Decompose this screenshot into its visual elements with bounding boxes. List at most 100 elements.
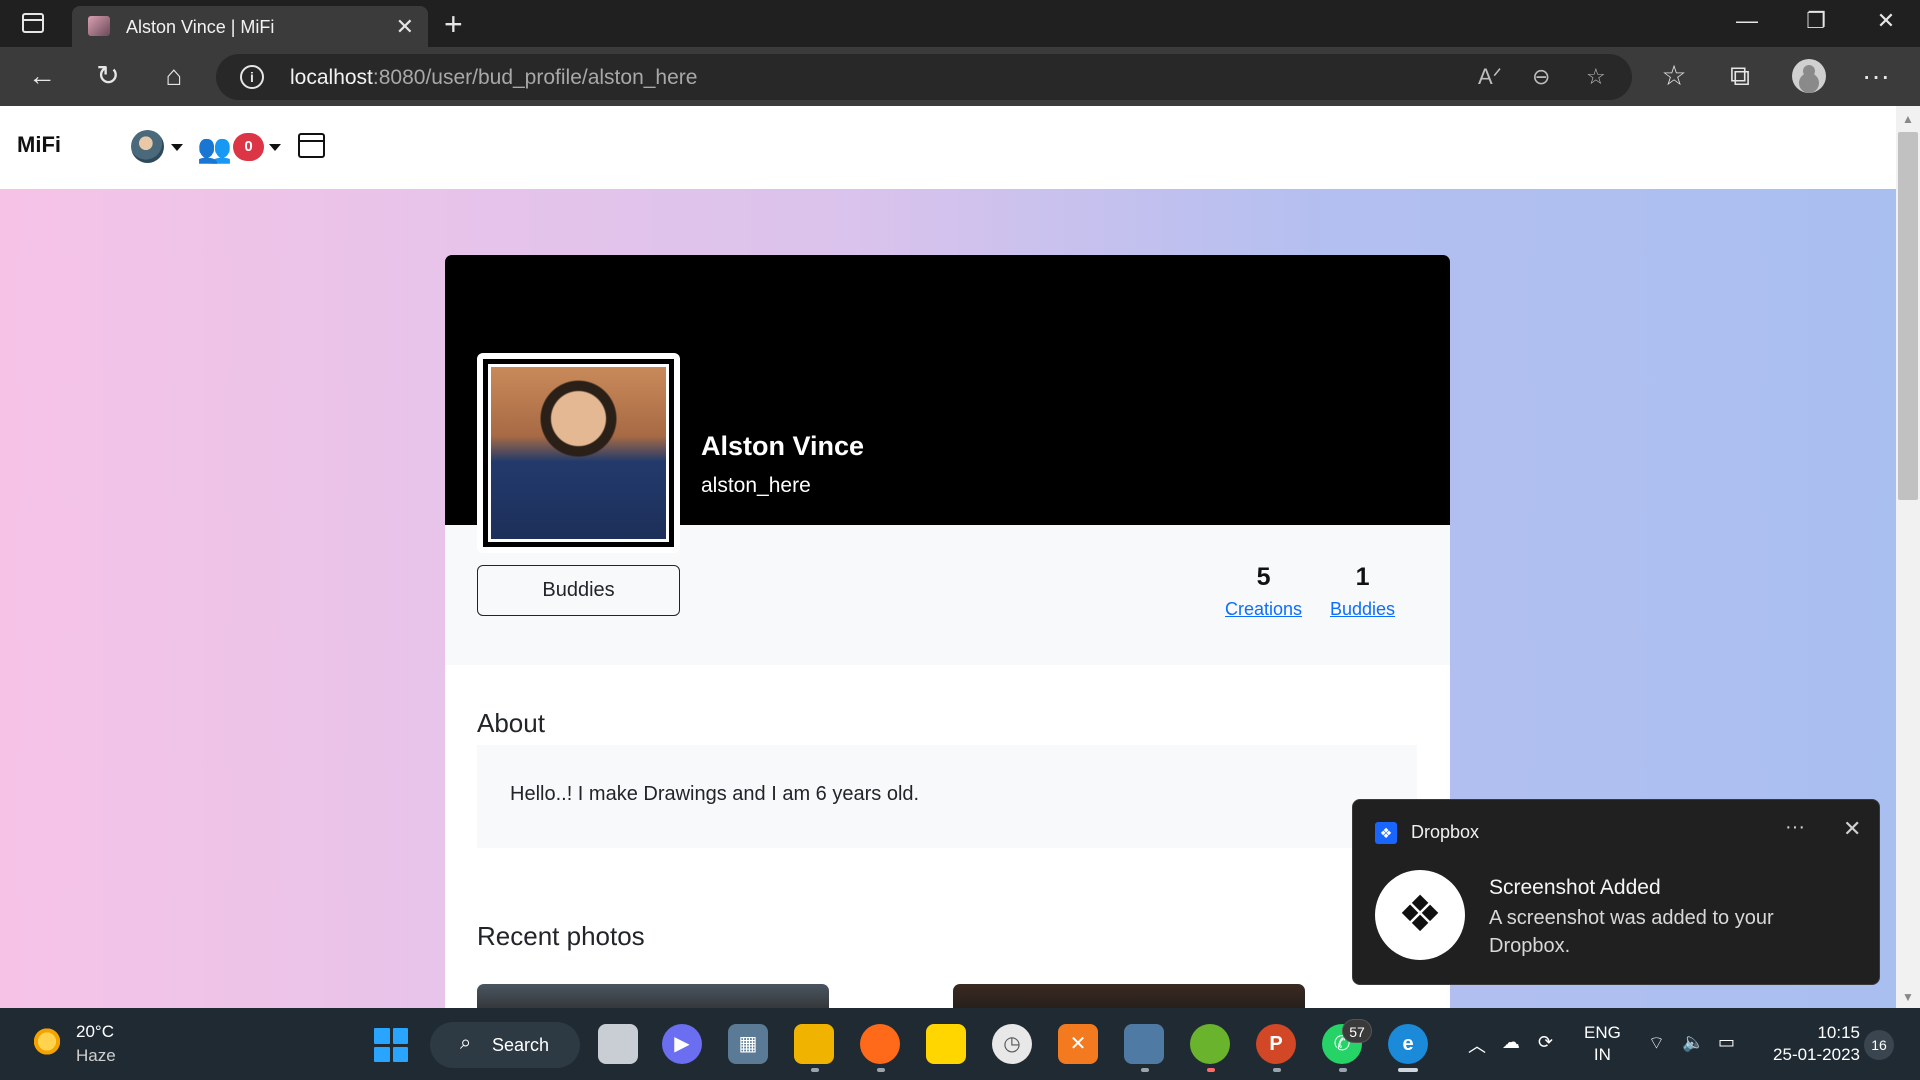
clock-date: 25-01-2023 [1773,1045,1860,1064]
input-language-region: IN [1593,1045,1611,1064]
xampp-icon[interactable]: ✕ [1058,1024,1098,1064]
about-heading: About [477,708,545,738]
tab-title: Alston Vince | MiFi [126,17,275,37]
minimize-icon[interactable]: — [1727,8,1767,34]
onedrive-cloud-icon[interactable]: ☁ [1502,1032,1520,1053]
weather-description[interactable]: Haze [76,1046,116,1066]
dropbox-notification[interactable]: ❖ Dropbox ··· ✕ ❖ Screenshot Added A scr… [1352,799,1880,985]
add-favorite-icon[interactable]: ☆ [1586,64,1606,90]
toast-more-icon[interactable]: ··· [1785,816,1805,839]
url-host: localhost [290,66,373,89]
brand-logo[interactable]: MiFi [17,132,61,158]
page-scrollbar-thumb[interactable] [1898,132,1918,500]
profile-photo [491,367,666,539]
battery-icon[interactable]: ▭ [1718,1032,1735,1053]
calculator-icon[interactable]: ▦ [728,1024,768,1064]
buddies-group-icon[interactable]: 👥 [197,132,232,165]
scroll-up-arrow-icon[interactable]: ▲ [1902,112,1914,126]
toast-body: A screenshot was added to your Dropbox. [1489,907,1774,957]
running-indicator [1141,1068,1149,1072]
spring-tool-icon[interactable] [1190,1024,1230,1064]
favorites-icon[interactable]: ☆ [1656,61,1692,91]
wifi-icon[interactable]: ⌔ [1648,1032,1665,1055]
running-indicator [1273,1068,1281,1072]
url-path: :8080/user/bud_profile/alston_here [372,66,698,89]
tab-close-icon[interactable]: ✕ [396,14,414,40]
running-indicator [811,1068,819,1072]
profile-photo-frame [477,353,680,553]
volume-icon[interactable]: 🔈 [1682,1032,1704,1053]
show-hidden-icons-chevron-icon[interactable]: ︿ [1468,1032,1486,1058]
toast-title: Screenshot Added [1489,876,1661,899]
powerpoint-icon[interactable]: P [1256,1024,1296,1064]
edge-browser-icon[interactable]: e [1388,1024,1428,1064]
recent-photo-thumbnail[interactable] [477,984,829,1008]
stat-buddies: 1 Buddies [1330,563,1395,620]
stat-buddies-link[interactable]: Buddies [1330,599,1395,620]
weather-temperature[interactable]: 20°C [76,1022,114,1042]
about-box: Hello..! I make Drawings and I am 6 year… [477,745,1417,848]
zoom-icon[interactable]: ⊖ [1532,64,1550,90]
system-clock[interactable]: 10:15 25-01-2023 [1760,1022,1860,1066]
tab-actions-icon[interactable] [22,13,44,33]
restore-icon[interactable]: ❐ [1796,8,1836,34]
profile-name: Alston Vince [701,431,865,461]
input-language[interactable]: ENG IN [1584,1022,1621,1066]
teams-chat-icon[interactable]: ▶ [662,1024,702,1064]
more-menu-icon[interactable]: ··· [1858,61,1894,91]
home-icon[interactable]: ⌂ [156,61,192,91]
dropbox-small-icon: ❖ [1375,822,1397,844]
scroll-down-arrow-icon[interactable]: ▼ [1902,990,1914,1004]
sticky-notes-icon[interactable] [926,1024,966,1064]
running-indicator [1339,1068,1347,1072]
firefox-icon[interactable] [860,1024,900,1064]
recent-photo-thumbnail[interactable] [953,984,1305,1008]
profile-handle: alston_here [701,474,811,497]
window-close-icon[interactable]: ✕ [1866,8,1906,34]
site-info-icon[interactable]: i [240,65,264,89]
refresh-icon[interactable]: ↻ [90,61,126,91]
about-text: Hello..! I make Drawings and I am 6 year… [510,783,920,805]
notification-center-badge[interactable]: 16 [1864,1030,1894,1060]
notification-badge[interactable]: 0 [233,133,264,161]
profile-photo-border [483,359,674,547]
file-explorer-icon[interactable] [794,1024,834,1064]
user-avatar[interactable] [131,130,164,163]
input-language-code: ENG [1584,1023,1621,1042]
recent-photos-heading: Recent photos [477,921,645,951]
site-navbar: MiFi 👥 0 [0,106,1896,189]
back-arrow-icon[interactable]: ← [24,61,60,91]
start-button-icon[interactable] [374,1028,408,1062]
toast-app-name: Dropbox [1411,822,1480,842]
toast-close-icon[interactable]: ✕ [1843,816,1861,842]
clock-time: 10:15 [1817,1023,1860,1042]
buddies-dropdown-caret-icon[interactable] [269,144,281,151]
new-tab-button[interactable]: + [444,6,463,43]
weather-haze-icon[interactable] [30,1028,64,1058]
profile-card: Alston Vince alston_here Buddies 5 Creat… [445,255,1450,1008]
collections-icon[interactable]: ⧉ [1722,61,1758,91]
active-app-indicator [1398,1068,1418,1072]
windows-taskbar: 20°C Haze ⌕ Search ▶ ▦ ◷ ✕ P ✆ e [0,1008,1920,1080]
buddies-button[interactable]: Buddies [477,565,680,616]
url-text[interactable]: localhost:8080/user/bud_profile/alston_h… [290,66,697,90]
taskbar-search[interactable]: ⌕ Search [430,1022,580,1068]
task-view-icon[interactable] [598,1024,638,1064]
avatar-dropdown-caret-icon[interactable] [171,144,183,151]
browser-toolbar: ← ↻ ⌂ i localhost:8080/user/bud_profile/… [0,47,1920,106]
browser-window-icon[interactable] [298,133,325,158]
stat-creations-value: 5 [1256,563,1271,591]
browser-profile-icon[interactable] [1792,59,1826,93]
address-bar[interactable]: i localhost:8080/user/bud_profile/alston… [216,54,1632,100]
dropbox-logo-icon: ❖ [1375,870,1465,960]
search-icon: ⌕ [460,1032,472,1054]
taskbar-search-label: Search [492,1035,550,1055]
running-indicator [1207,1068,1215,1072]
sync-icon[interactable]: ⟳ [1538,1032,1553,1053]
browser-tab-active[interactable]: Alston Vince | MiFi ✕ [72,6,428,47]
browser-titlebar: Alston Vince | MiFi ✕ + — ❐ ✕ [0,0,1920,47]
read-aloud-icon[interactable]: Aᐟ [1478,64,1502,90]
clock-app-icon[interactable]: ◷ [992,1024,1032,1064]
mysql-workbench-icon[interactable] [1124,1024,1164,1064]
stat-creations-link[interactable]: Creations [1225,599,1302,620]
